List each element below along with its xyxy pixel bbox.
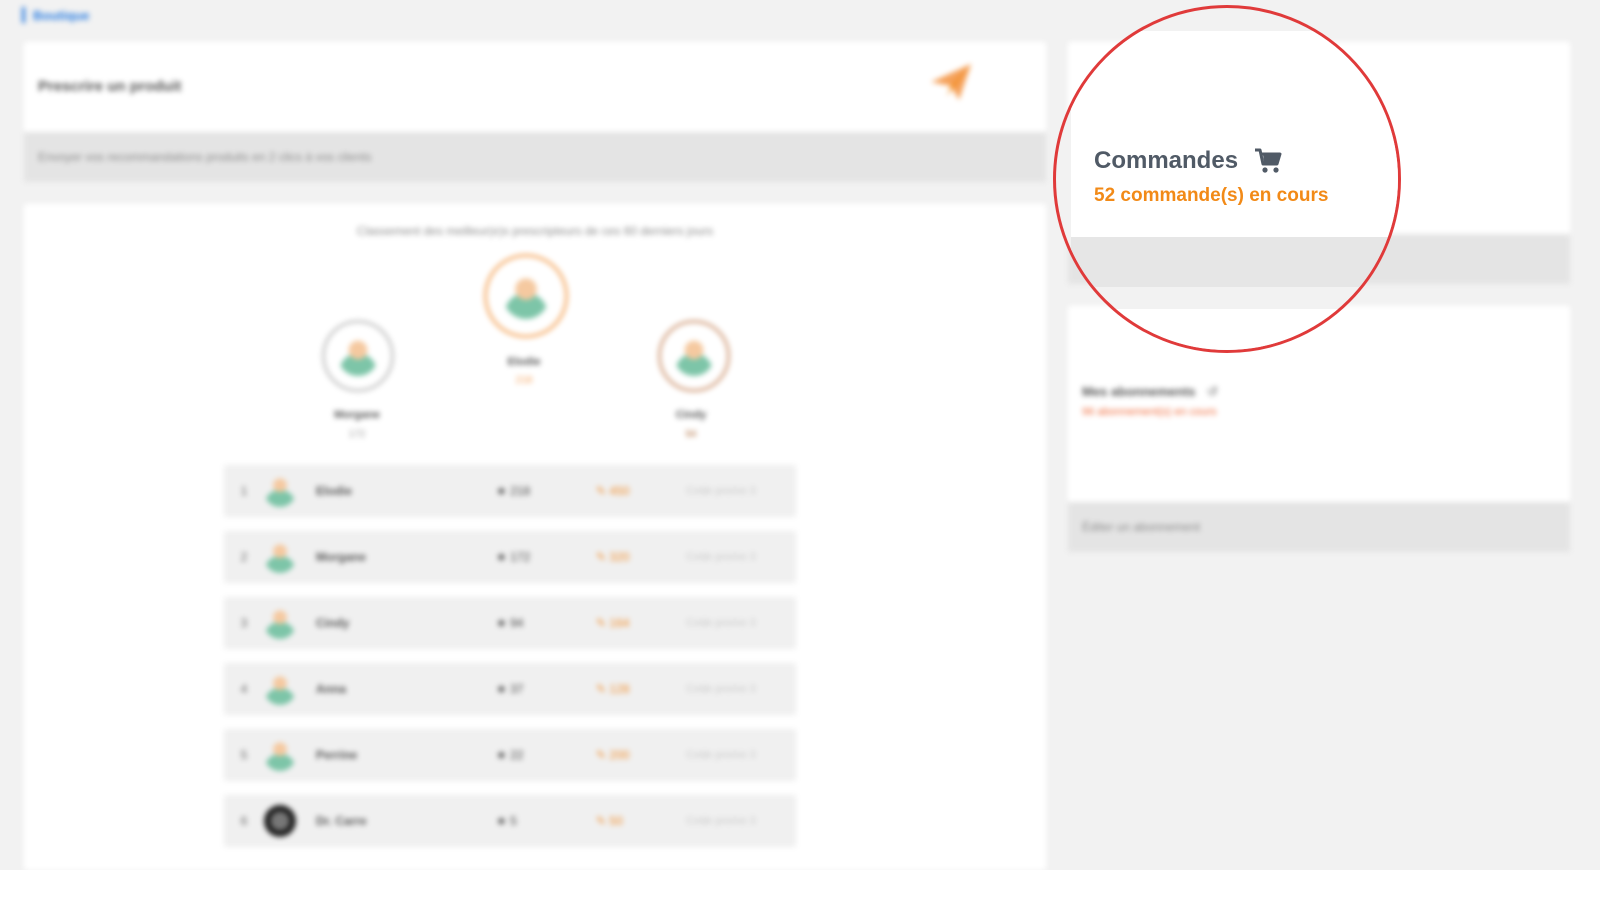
- prescribe-footer: Envoyer vos recommandations produits en …: [24, 132, 1046, 182]
- orders-title[interactable]: Commandes: [1094, 147, 1238, 175]
- podium-score-first: 218: [515, 375, 533, 386]
- rank-number: 2: [240, 550, 248, 564]
- user-avatar-icon: [264, 805, 296, 837]
- rank-name: Cindy: [316, 616, 350, 630]
- star-count-value: 5: [510, 814, 517, 828]
- table-row[interactable]: 3 Cindy ★ 94 ✎ 164 Code promo 3: [224, 597, 796, 649]
- rank-name: Morgane: [316, 550, 367, 564]
- podium-avatar-third[interactable]: [658, 320, 730, 392]
- user-avatar-icon: [264, 673, 296, 705]
- user-avatar-icon: [674, 336, 714, 376]
- order-count-value: 50: [609, 814, 623, 828]
- subscriptions-count: 96 abonnement(s) en cours: [1082, 406, 1217, 418]
- promo-code[interactable]: Code promo 3: [686, 815, 756, 827]
- promo-code[interactable]: Code promo 3: [686, 749, 756, 761]
- edit-subscription-link[interactable]: Éditer un abonnement: [1082, 520, 1200, 534]
- ranking-caption: Classement des meilleur(e)s prescripteur…: [356, 224, 714, 238]
- podium-score-third: 94: [685, 429, 697, 440]
- rank-name: Perrine: [316, 748, 358, 762]
- promo-code[interactable]: Code promo 3: [686, 551, 756, 563]
- promo-code[interactable]: Code promo 3: [686, 683, 756, 695]
- rank-number: 1: [240, 484, 248, 498]
- rank-number: 4: [240, 682, 248, 696]
- podium-score-second: 172: [348, 429, 366, 440]
- rank-name: Dr. Carre: [316, 814, 367, 828]
- orders-count: 52 commande(s) en cours: [1094, 185, 1329, 206]
- order-count: ✎ 128: [596, 682, 630, 696]
- star-count: ★ 22: [496, 748, 524, 762]
- orders-footer-focus: [1071, 237, 1398, 287]
- refresh-icon: ↺: [1207, 384, 1218, 399]
- star-count: ★ 172: [496, 550, 531, 564]
- rank-name: Elodie: [316, 484, 353, 498]
- subscriptions-title-text: Mes abonnements: [1082, 384, 1196, 399]
- table-row[interactable]: 6 Dr. Carre ★ 5 ✎ 50 Code promo 3: [224, 795, 796, 847]
- rank-name: Anna: [316, 682, 346, 696]
- order-count: ✎ 320: [596, 550, 630, 564]
- star-count: ★ 94: [496, 616, 524, 630]
- prescribe-title: Prescrire un produit: [38, 78, 182, 95]
- podium-avatar-second[interactable]: [322, 320, 394, 392]
- subscriptions-card-focus: [1071, 309, 1398, 350]
- podium-avatar-first[interactable]: [484, 254, 568, 338]
- user-avatar-icon: [502, 272, 550, 320]
- rank-number: 5: [240, 748, 248, 762]
- paper-plane-icon[interactable]: [929, 62, 973, 102]
- rank-number: 3: [240, 616, 248, 630]
- highlight-circle: Commandes 52 commande(s) en cours: [1053, 5, 1401, 353]
- rank-number: 6: [240, 814, 248, 828]
- podium-name-second: Morgane: [334, 409, 380, 421]
- star-count: ★ 218: [496, 484, 531, 498]
- bottom-strip: [0, 870, 1600, 900]
- dashboard-page: Boutique Prescrire un produit Envoyer vo…: [0, 0, 1600, 870]
- order-count-value: 128: [609, 682, 630, 696]
- star-count-value: 94: [510, 616, 524, 630]
- prescribe-footer-text: Envoyer vos recommandations produits en …: [38, 150, 372, 164]
- order-count: ✎ 450: [596, 484, 630, 498]
- user-avatar-icon: [264, 739, 296, 771]
- star-count-value: 218: [510, 484, 531, 498]
- promo-code[interactable]: Code promo 3: [686, 617, 756, 629]
- order-count: ✎ 164: [596, 616, 630, 630]
- table-row[interactable]: 1 Elodie ★ 218 ✎ 450 Code promo 3: [224, 465, 796, 517]
- podium-name-first: Elodie: [507, 356, 541, 368]
- order-count-value: 164: [609, 616, 630, 630]
- breadcrumb[interactable]: Boutique: [22, 6, 89, 24]
- table-row[interactable]: 2 Morgane ★ 172 ✎ 320 Code promo 3: [224, 531, 796, 583]
- table-row[interactable]: 4 Anna ★ 37 ✎ 128 Code promo 3: [224, 663, 796, 715]
- order-count: ✎ 50: [596, 814, 623, 828]
- user-avatar-icon: [264, 541, 296, 573]
- podium-name-third: Cindy: [675, 409, 707, 421]
- order-count: ✎ 200: [596, 748, 630, 762]
- order-count-value: 200: [609, 748, 630, 762]
- breadcrumb-marker: [22, 7, 25, 23]
- orders-heading[interactable]: Commandes: [1094, 147, 1282, 175]
- star-count-value: 37: [510, 682, 524, 696]
- user-avatar-icon: [338, 336, 378, 376]
- user-avatar-icon: [264, 607, 296, 639]
- order-count-value: 450: [609, 484, 630, 498]
- star-count: ★ 5: [496, 814, 517, 828]
- star-count: ★ 37: [496, 682, 524, 696]
- shopping-cart-icon[interactable]: [1254, 148, 1282, 174]
- star-count-value: 172: [510, 550, 531, 564]
- subscriptions-title: Mes abonnements ↺: [1082, 384, 1218, 400]
- promo-code[interactable]: Code promo 3: [686, 485, 756, 497]
- subscriptions-footer[interactable]: Éditer un abonnement: [1068, 502, 1570, 552]
- table-row[interactable]: 5 Perrine ★ 22 ✎ 200 Code promo 3: [224, 729, 796, 781]
- spotlight-content: Commandes 52 commande(s) en cours: [1056, 8, 1398, 350]
- prescribe-card[interactable]: Prescrire un produit: [24, 42, 1046, 132]
- breadcrumb-label[interactable]: Boutique: [33, 8, 89, 23]
- order-count-value: 320: [609, 550, 630, 564]
- user-avatar-icon: [264, 475, 296, 507]
- star-count-value: 22: [510, 748, 524, 762]
